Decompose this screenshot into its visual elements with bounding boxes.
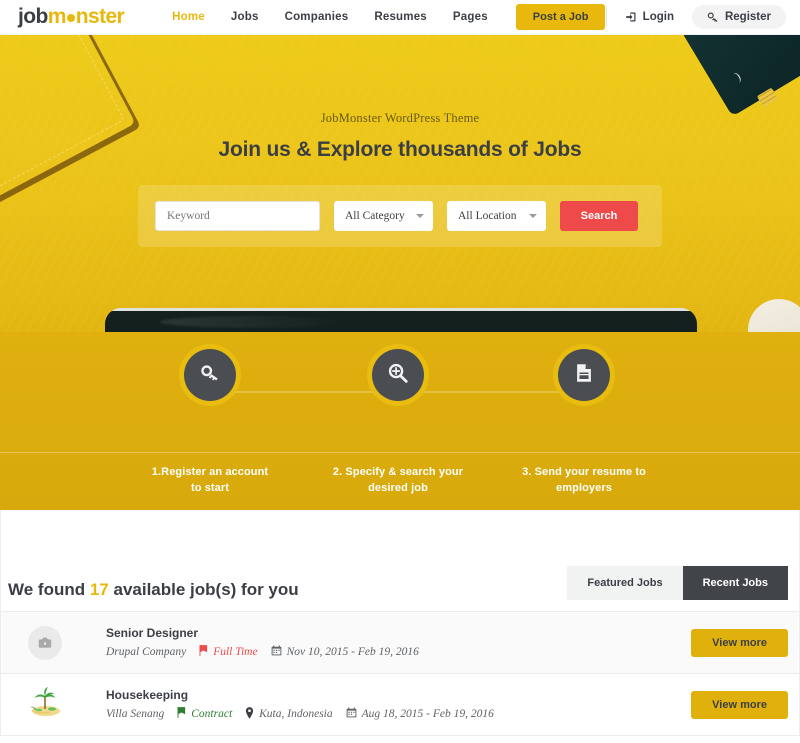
tab-featured-jobs[interactable]: Featured Jobs <box>567 566 683 600</box>
job-info: Housekeeping Villa Senang Contract Kuta,… <box>106 688 494 722</box>
jobs-count-prefix: We found <box>8 580 90 599</box>
job-location-label: Kuta, Indonesia <box>259 708 333 720</box>
job-location: Kuta, Indonesia <box>245 706 333 722</box>
job-type: Full Time <box>199 645 258 659</box>
job-title[interactable]: Housekeeping <box>106 688 494 702</box>
steps-icon-row <box>0 332 800 452</box>
job-dates-label: Aug 18, 2015 - Feb 19, 2016 <box>361 708 494 720</box>
job-type-label: Full Time <box>213 646 258 658</box>
page-root: jobm nster Home Jobs Companies Resumes Pa… <box>0 0 800 743</box>
job-type: Contract <box>177 707 232 721</box>
jobs-count-suffix: available job(s) for you <box>108 580 299 599</box>
job-meta: Drupal Company Full Time Nov 10, 2015 - … <box>106 645 419 659</box>
jobs-section: We found 17 available job(s) for you Fea… <box>0 510 800 736</box>
key-icon <box>707 11 719 23</box>
step-3-label: 3. Send your resume to employers <box>522 466 646 494</box>
register-link[interactable]: Register <box>691 5 786 29</box>
step-1[interactable] <box>168 349 252 401</box>
logo-part-m: m <box>47 5 67 28</box>
job-title[interactable]: Senior Designer <box>106 626 419 640</box>
category-select[interactable]: All Category <box>334 201 433 231</box>
key-icon <box>199 362 221 389</box>
step-2[interactable] <box>356 349 440 401</box>
nav-item-pages[interactable]: Pages <box>453 11 488 23</box>
job-info: Senior Designer Drupal Company Full Time <box>106 626 419 659</box>
tab-recent-jobs[interactable]: Recent Jobs <box>682 566 788 600</box>
post-a-job-button[interactable]: Post a Job <box>515 4 606 30</box>
flag-icon <box>199 645 208 659</box>
hero-banner: ) JobMonster WordPress Theme Join us & E… <box>0 35 800 332</box>
sign-in-icon <box>625 11 637 23</box>
step-2-label: 2. Specify & search your desired job <box>332 466 464 494</box>
step-3-bubble <box>558 349 610 401</box>
flag-icon <box>177 707 186 721</box>
job-thumbnail <box>22 620 68 666</box>
location-select-value: All Location <box>458 210 517 222</box>
site-header: jobm nster Home Jobs Companies Resumes Pa… <box>0 0 800 35</box>
job-thumbnail <box>22 682 68 728</box>
step-1-bubble <box>184 349 236 401</box>
login-label: Login <box>642 11 674 23</box>
job-company: Villa Senang <box>106 708 165 720</box>
job-company: Drupal Company <box>106 646 187 658</box>
site-logo[interactable]: jobm nster <box>18 5 125 29</box>
view-more-button[interactable]: View more <box>691 690 788 719</box>
step-2-bubble <box>372 349 424 401</box>
header-divider <box>605 7 607 27</box>
job-type-label: Contract <box>191 708 233 720</box>
search-button[interactable]: Search <box>560 201 638 231</box>
calendar-icon <box>346 707 357 721</box>
logo-dot-icon <box>64 12 77 24</box>
nav-item-companies[interactable]: Companies <box>285 11 349 23</box>
chevron-down-icon <box>529 214 537 218</box>
search-keyword-input[interactable] <box>155 201 320 231</box>
calendar-icon <box>271 645 282 659</box>
hero-title: Join us & Explore thousands of Jobs <box>218 138 582 161</box>
steps-label-row: 1.Register an account to start 2. Specify… <box>0 452 800 510</box>
step-3[interactable] <box>542 349 626 401</box>
view-more-button[interactable]: View more <box>691 628 788 657</box>
logo-part-job: job <box>18 5 48 28</box>
jobs-count-heading: We found 17 available job(s) for you <box>8 580 299 600</box>
how-it-works-section: 1.Register an account to start 2. Specify… <box>0 332 800 510</box>
main-nav: Home Jobs Companies Resumes Pages <box>172 11 488 23</box>
jobs-tabs: Featured Jobs Recent Jobs <box>567 566 788 600</box>
nav-item-resumes[interactable]: Resumes <box>374 11 427 23</box>
header-account-area: Login Register <box>605 5 786 29</box>
table-row[interactable]: Housekeeping Villa Senang Contract Kuta,… <box>0 674 800 736</box>
jobs-header: We found 17 available job(s) for you Fea… <box>0 566 800 600</box>
register-label: Register <box>724 11 771 23</box>
job-dates: Nov 10, 2015 - Feb 19, 2016 <box>271 645 419 659</box>
laptop-screen-glare <box>160 316 350 328</box>
nav-item-jobs[interactable]: Jobs <box>231 11 259 23</box>
jobs-count-number: 17 <box>89 580 109 599</box>
search-plus-icon <box>387 362 409 389</box>
login-link[interactable]: Login <box>625 11 674 23</box>
location-select[interactable]: All Location <box>447 201 546 231</box>
map-pin-icon <box>245 706 254 722</box>
logo-part-nster: nster <box>75 5 125 28</box>
category-select-value: All Category <box>345 210 405 222</box>
table-row[interactable]: Senior Designer Drupal Company Full Time <box>0 612 800 674</box>
nav-item-home[interactable]: Home <box>172 11 205 23</box>
job-search-form: All Category All Location Search <box>138 185 662 247</box>
content-left-edge <box>0 510 1 736</box>
document-icon <box>573 362 595 389</box>
briefcase-icon <box>28 625 62 660</box>
hero-subtitle: JobMonster WordPress Theme <box>320 111 480 125</box>
island-icon <box>25 685 65 724</box>
step-1-label: 1.Register an account to start <box>151 466 269 494</box>
hero-content: JobMonster WordPress Theme Join us & Exp… <box>0 35 800 247</box>
job-meta: Villa Senang Contract Kuta, Indonesia Au… <box>106 706 494 722</box>
job-dates: Aug 18, 2015 - Feb 19, 2016 <box>346 707 494 721</box>
chevron-down-icon <box>416 214 424 218</box>
job-dates-label: Nov 10, 2015 - Feb 19, 2016 <box>286 646 419 658</box>
